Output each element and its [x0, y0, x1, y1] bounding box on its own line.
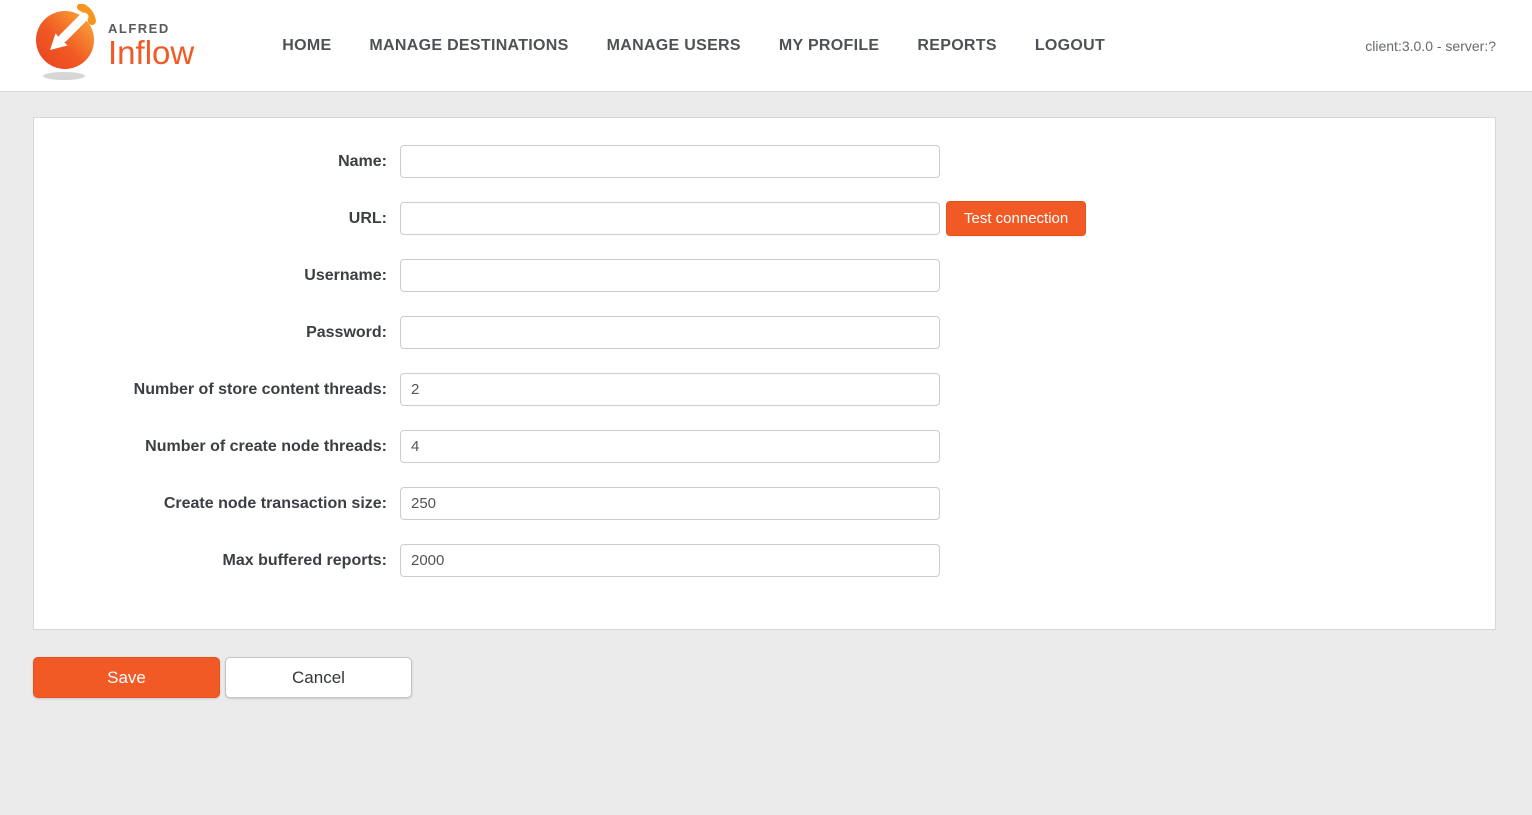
name-input[interactable] — [400, 145, 940, 178]
store-content-threads-label: Number of store content threads: — [34, 381, 400, 399]
main-nav: HOME MANAGE DESTINATIONS MANAGE USERS MY PR… — [282, 37, 1105, 55]
max-buffered-reports-label: Max buffered reports: — [34, 552, 400, 570]
nav-item-home[interactable]: HOME — [282, 37, 331, 55]
version-text: client:3.0.0 - server:? — [1365, 38, 1496, 54]
form-row-create-node-transaction-size: Create node transaction size: — [34, 487, 1495, 520]
form-row-store-content-threads: Number of store content threads: — [34, 373, 1495, 406]
header: ALFRED Inflow HOME MANAGE DESTINATIONS MAN… — [0, 0, 1532, 92]
url-label: URL: — [34, 210, 400, 228]
url-input[interactable] — [400, 202, 940, 235]
form-row-url: URL: Test connection — [34, 202, 1495, 235]
create-node-threads-label: Number of create node threads: — [34, 438, 400, 456]
form-row-name: Name: — [34, 145, 1495, 178]
username-label: Username: — [34, 267, 400, 285]
test-connection-button[interactable]: Test connection — [946, 201, 1086, 236]
store-content-threads-input[interactable] — [400, 373, 940, 406]
form-row-password: Password: — [34, 316, 1495, 349]
save-button[interactable]: Save — [33, 657, 220, 698]
create-node-threads-input[interactable] — [400, 430, 940, 463]
brand-bottom-label: Inflow — [108, 36, 194, 71]
form-actions: Save Cancel — [33, 657, 412, 698]
destination-form-panel: Name: URL: Test connection Username: Passwor… — [33, 117, 1496, 630]
form-row-max-buffered-reports: Max buffered reports: — [34, 544, 1495, 577]
name-label: Name: — [34, 153, 400, 171]
form-row-create-node-threads: Number of create node threads: — [34, 430, 1495, 463]
nav-item-my-profile[interactable]: MY PROFILE — [779, 37, 880, 55]
form-row-username: Username: — [34, 259, 1495, 292]
username-input[interactable] — [400, 259, 940, 292]
password-input[interactable] — [400, 316, 940, 349]
inflow-logo-icon — [34, 4, 100, 87]
app-logo[interactable]: ALFRED Inflow — [34, 4, 194, 87]
cancel-button[interactable]: Cancel — [225, 657, 412, 698]
nav-item-reports[interactable]: REPORTS — [917, 37, 996, 55]
nav-item-manage-destinations[interactable]: MANAGE DESTINATIONS — [369, 37, 568, 55]
nav-item-logout[interactable]: LOGOUT — [1035, 37, 1105, 55]
create-node-transaction-size-label: Create node transaction size: — [34, 495, 400, 513]
logo-text: ALFRED Inflow — [108, 21, 194, 71]
password-label: Password: — [34, 324, 400, 342]
nav-item-manage-users[interactable]: MANAGE USERS — [607, 37, 741, 55]
create-node-transaction-size-input[interactable] — [400, 487, 940, 520]
max-buffered-reports-input[interactable] — [400, 544, 940, 577]
